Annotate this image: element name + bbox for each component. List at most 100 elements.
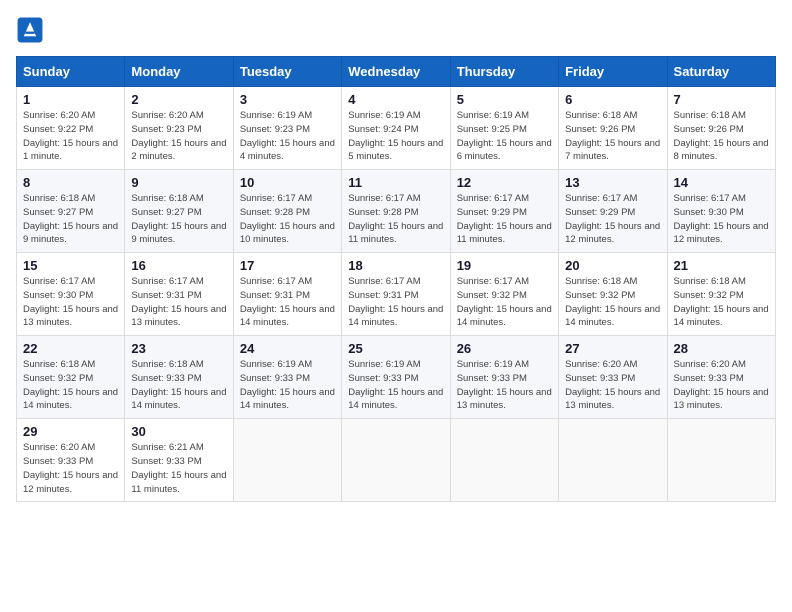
day-number: 9: [131, 175, 226, 190]
day-info: Sunrise: 6:17 AMSunset: 9:29 PMDaylight:…: [457, 192, 552, 247]
day-number: 29: [23, 424, 118, 439]
calendar-week-row: 15 Sunrise: 6:17 AMSunset: 9:30 PMDaylig…: [17, 253, 776, 336]
day-info: Sunrise: 6:17 AMSunset: 9:30 PMDaylight:…: [674, 192, 769, 247]
calendar-cell: 27 Sunrise: 6:20 AMSunset: 9:33 PMDaylig…: [559, 336, 667, 419]
day-info: Sunrise: 6:17 AMSunset: 9:30 PMDaylight:…: [23, 275, 118, 330]
weekday-header-monday: Monday: [125, 57, 233, 87]
calendar-cell: [559, 419, 667, 502]
day-info: Sunrise: 6:19 AMSunset: 9:33 PMDaylight:…: [348, 358, 443, 413]
day-info: Sunrise: 6:18 AMSunset: 9:27 PMDaylight:…: [23, 192, 118, 247]
calendar-cell: 19 Sunrise: 6:17 AMSunset: 9:32 PMDaylig…: [450, 253, 558, 336]
page-header: [16, 16, 776, 44]
calendar-cell: 9 Sunrise: 6:18 AMSunset: 9:27 PMDayligh…: [125, 170, 233, 253]
day-number: 24: [240, 341, 335, 356]
day-info: Sunrise: 6:20 AMSunset: 9:22 PMDaylight:…: [23, 109, 118, 164]
calendar-cell: 14 Sunrise: 6:17 AMSunset: 9:30 PMDaylig…: [667, 170, 775, 253]
day-number: 2: [131, 92, 226, 107]
day-info: Sunrise: 6:17 AMSunset: 9:28 PMDaylight:…: [348, 192, 443, 247]
logo-icon: [16, 16, 44, 44]
day-info: Sunrise: 6:18 AMSunset: 9:27 PMDaylight:…: [131, 192, 226, 247]
day-number: 20: [565, 258, 660, 273]
calendar-cell: [342, 419, 450, 502]
day-info: Sunrise: 6:18 AMSunset: 9:32 PMDaylight:…: [674, 275, 769, 330]
calendar-cell: 4 Sunrise: 6:19 AMSunset: 9:24 PMDayligh…: [342, 87, 450, 170]
calendar-cell: 7 Sunrise: 6:18 AMSunset: 9:26 PMDayligh…: [667, 87, 775, 170]
weekday-header-tuesday: Tuesday: [233, 57, 341, 87]
day-number: 12: [457, 175, 552, 190]
day-number: 19: [457, 258, 552, 273]
weekday-header-thursday: Thursday: [450, 57, 558, 87]
weekday-header-saturday: Saturday: [667, 57, 775, 87]
day-number: 3: [240, 92, 335, 107]
calendar-cell: 22 Sunrise: 6:18 AMSunset: 9:32 PMDaylig…: [17, 336, 125, 419]
calendar-cell: 10 Sunrise: 6:17 AMSunset: 9:28 PMDaylig…: [233, 170, 341, 253]
calendar-cell: [450, 419, 558, 502]
logo: [16, 16, 48, 44]
day-info: Sunrise: 6:18 AMSunset: 9:32 PMDaylight:…: [565, 275, 660, 330]
weekday-header-friday: Friday: [559, 57, 667, 87]
day-info: Sunrise: 6:18 AMSunset: 9:26 PMDaylight:…: [674, 109, 769, 164]
day-info: Sunrise: 6:17 AMSunset: 9:32 PMDaylight:…: [457, 275, 552, 330]
calendar-cell: [667, 419, 775, 502]
day-number: 16: [131, 258, 226, 273]
calendar-cell: 12 Sunrise: 6:17 AMSunset: 9:29 PMDaylig…: [450, 170, 558, 253]
day-number: 14: [674, 175, 769, 190]
calendar-cell: 17 Sunrise: 6:17 AMSunset: 9:31 PMDaylig…: [233, 253, 341, 336]
calendar-cell: 29 Sunrise: 6:20 AMSunset: 9:33 PMDaylig…: [17, 419, 125, 502]
day-number: 26: [457, 341, 552, 356]
day-info: Sunrise: 6:17 AMSunset: 9:31 PMDaylight:…: [131, 275, 226, 330]
day-number: 7: [674, 92, 769, 107]
calendar-cell: 30 Sunrise: 6:21 AMSunset: 9:33 PMDaylig…: [125, 419, 233, 502]
day-info: Sunrise: 6:20 AMSunset: 9:23 PMDaylight:…: [131, 109, 226, 164]
calendar-cell: 18 Sunrise: 6:17 AMSunset: 9:31 PMDaylig…: [342, 253, 450, 336]
day-number: 18: [348, 258, 443, 273]
day-number: 6: [565, 92, 660, 107]
calendar-cell: 21 Sunrise: 6:18 AMSunset: 9:32 PMDaylig…: [667, 253, 775, 336]
day-number: 30: [131, 424, 226, 439]
day-number: 22: [23, 341, 118, 356]
day-info: Sunrise: 6:17 AMSunset: 9:28 PMDaylight:…: [240, 192, 335, 247]
day-info: Sunrise: 6:18 AMSunset: 9:32 PMDaylight:…: [23, 358, 118, 413]
day-info: Sunrise: 6:20 AMSunset: 9:33 PMDaylight:…: [23, 441, 118, 496]
calendar-cell: 20 Sunrise: 6:18 AMSunset: 9:32 PMDaylig…: [559, 253, 667, 336]
calendar-cell: 8 Sunrise: 6:18 AMSunset: 9:27 PMDayligh…: [17, 170, 125, 253]
day-number: 21: [674, 258, 769, 273]
calendar-table: SundayMondayTuesdayWednesdayThursdayFrid…: [16, 56, 776, 502]
day-info: Sunrise: 6:19 AMSunset: 9:24 PMDaylight:…: [348, 109, 443, 164]
day-number: 8: [23, 175, 118, 190]
day-number: 28: [674, 341, 769, 356]
calendar-cell: [233, 419, 341, 502]
calendar-cell: 3 Sunrise: 6:19 AMSunset: 9:23 PMDayligh…: [233, 87, 341, 170]
day-info: Sunrise: 6:17 AMSunset: 9:31 PMDaylight:…: [240, 275, 335, 330]
day-number: 27: [565, 341, 660, 356]
day-number: 10: [240, 175, 335, 190]
calendar-week-row: 22 Sunrise: 6:18 AMSunset: 9:32 PMDaylig…: [17, 336, 776, 419]
day-info: Sunrise: 6:18 AMSunset: 9:26 PMDaylight:…: [565, 109, 660, 164]
day-info: Sunrise: 6:21 AMSunset: 9:33 PMDaylight:…: [131, 441, 226, 496]
day-info: Sunrise: 6:17 AMSunset: 9:29 PMDaylight:…: [565, 192, 660, 247]
calendar-week-row: 29 Sunrise: 6:20 AMSunset: 9:33 PMDaylig…: [17, 419, 776, 502]
calendar-cell: 28 Sunrise: 6:20 AMSunset: 9:33 PMDaylig…: [667, 336, 775, 419]
calendar-cell: 23 Sunrise: 6:18 AMSunset: 9:33 PMDaylig…: [125, 336, 233, 419]
day-number: 11: [348, 175, 443, 190]
day-info: Sunrise: 6:19 AMSunset: 9:25 PMDaylight:…: [457, 109, 552, 164]
day-number: 15: [23, 258, 118, 273]
calendar-cell: 1 Sunrise: 6:20 AMSunset: 9:22 PMDayligh…: [17, 87, 125, 170]
weekday-header-sunday: Sunday: [17, 57, 125, 87]
day-number: 23: [131, 341, 226, 356]
day-info: Sunrise: 6:20 AMSunset: 9:33 PMDaylight:…: [674, 358, 769, 413]
calendar-cell: 15 Sunrise: 6:17 AMSunset: 9:30 PMDaylig…: [17, 253, 125, 336]
calendar-week-row: 1 Sunrise: 6:20 AMSunset: 9:22 PMDayligh…: [17, 87, 776, 170]
calendar-cell: 6 Sunrise: 6:18 AMSunset: 9:26 PMDayligh…: [559, 87, 667, 170]
calendar-cell: 2 Sunrise: 6:20 AMSunset: 9:23 PMDayligh…: [125, 87, 233, 170]
day-info: Sunrise: 6:19 AMSunset: 9:33 PMDaylight:…: [240, 358, 335, 413]
day-number: 13: [565, 175, 660, 190]
calendar-cell: 24 Sunrise: 6:19 AMSunset: 9:33 PMDaylig…: [233, 336, 341, 419]
day-number: 5: [457, 92, 552, 107]
day-info: Sunrise: 6:20 AMSunset: 9:33 PMDaylight:…: [565, 358, 660, 413]
calendar-body: 1 Sunrise: 6:20 AMSunset: 9:22 PMDayligh…: [17, 87, 776, 502]
day-info: Sunrise: 6:19 AMSunset: 9:23 PMDaylight:…: [240, 109, 335, 164]
weekday-header-wednesday: Wednesday: [342, 57, 450, 87]
calendar-cell: 11 Sunrise: 6:17 AMSunset: 9:28 PMDaylig…: [342, 170, 450, 253]
day-info: Sunrise: 6:18 AMSunset: 9:33 PMDaylight:…: [131, 358, 226, 413]
